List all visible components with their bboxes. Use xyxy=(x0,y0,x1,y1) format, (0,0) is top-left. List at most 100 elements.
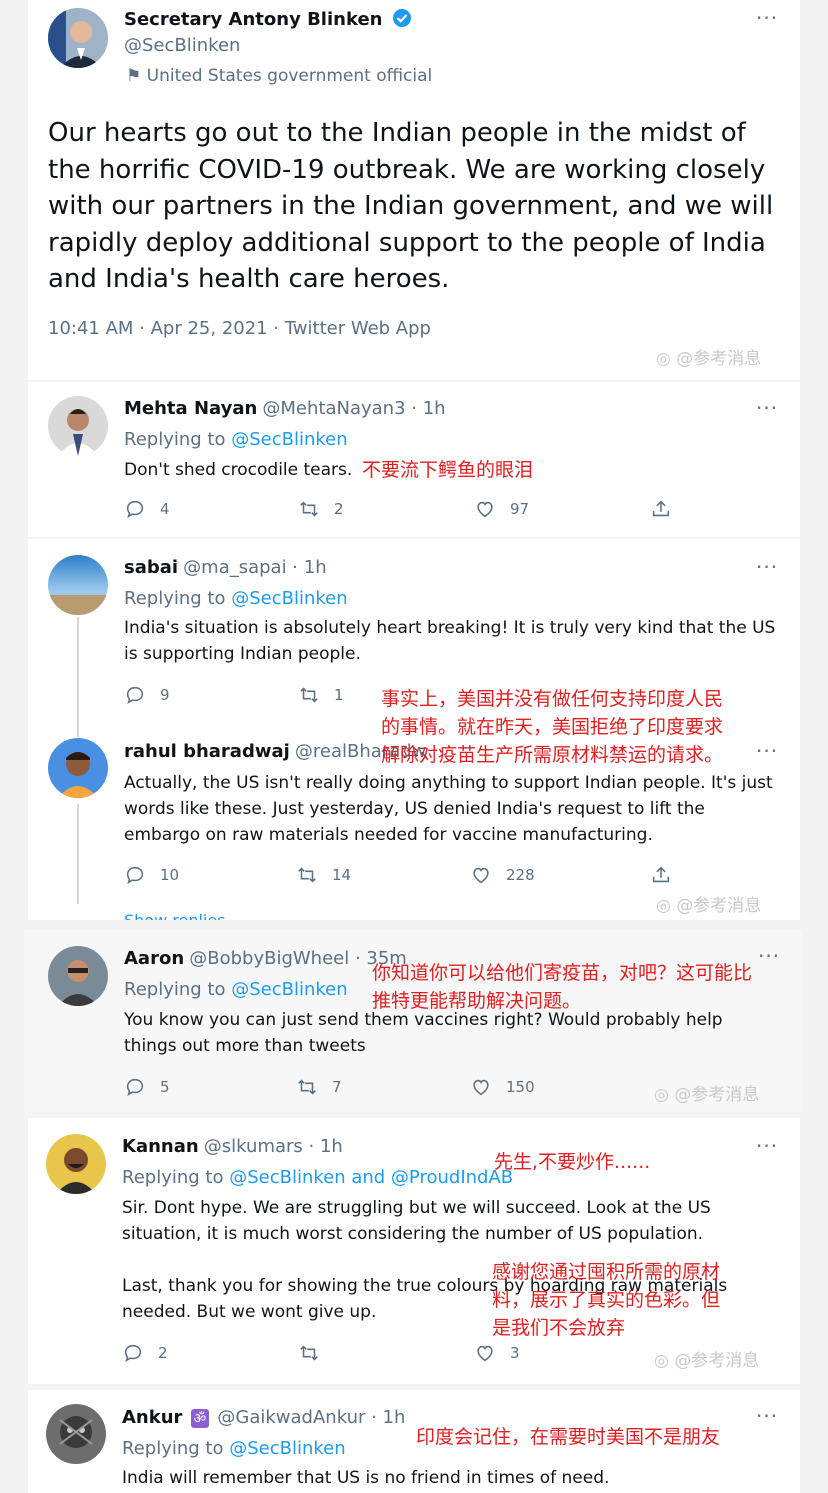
author-handle[interactable]: @MehtaNayan3 · 1h xyxy=(262,398,445,419)
reply-tweet[interactable]: Aaron @BobbyBigWheel · 35m ··· Replying … xyxy=(24,930,802,1112)
reply-tweet[interactable]: Mehta Nayan @MehtaNayan3 · 1h ··· Replyi… xyxy=(28,382,800,537)
author-handle[interactable]: @slkumars · 1h xyxy=(204,1136,343,1157)
chinese-annotation: 解除对疫苗生产所需原材料禁运的请求。 xyxy=(381,744,724,766)
more-icon[interactable]: ··· xyxy=(756,1134,778,1158)
watermark: ◎ @参考消息 xyxy=(656,349,762,369)
replying-to: Replying to @SecBlinken xyxy=(124,979,348,1000)
reply-button[interactable]: 2 xyxy=(122,1342,168,1364)
author-handle[interactable]: @GaikwadAnkur · 1h xyxy=(217,1407,405,1428)
like-button[interactable]: 97 xyxy=(474,498,529,520)
reply-icon xyxy=(124,1344,142,1362)
chinese-annotation: 不要流下鳄鱼的眼泪 xyxy=(362,459,534,481)
tweet-text: Our hearts go out to the Indian people i… xyxy=(48,118,774,294)
avatar[interactable] xyxy=(48,396,108,456)
chinese-annotation: 印度会记住，在需要时美国不是朋友 xyxy=(416,1426,721,1448)
avatar[interactable] xyxy=(46,1404,106,1464)
mention-link[interactable]: @SecBlinken and @ProudIndAB xyxy=(229,1167,513,1188)
more-icon[interactable]: ··· xyxy=(756,555,778,579)
like-icon xyxy=(477,1345,493,1362)
like-icon xyxy=(473,1079,489,1096)
author-name[interactable]: Secretary Antony Blinken xyxy=(124,9,382,30)
weibo-icon: ◎ xyxy=(656,896,671,916)
main-tweet: Secretary Antony Blinken @SecBlinken ⚑ U… xyxy=(28,0,800,380)
weibo-icon: ◎ xyxy=(654,1351,669,1371)
replying-to: Replying to @SecBlinken xyxy=(122,1438,346,1459)
replying-to: Replying to @SecBlinken xyxy=(124,588,348,609)
reply-thread: sabai @ma_sapai · 1h ··· Replying to @Se… xyxy=(28,539,800,920)
weibo-icon: ◎ xyxy=(656,349,671,369)
retweet-button[interactable]: 7 xyxy=(296,1076,342,1098)
watermark: ◎ @参考消息 xyxy=(654,1351,760,1371)
avatar[interactable] xyxy=(48,946,108,1006)
reply-button[interactable]: 9 xyxy=(124,684,170,706)
reply-icon xyxy=(126,686,144,704)
author-name[interactable]: sabai xyxy=(124,557,178,578)
more-icon[interactable]: ··· xyxy=(758,944,780,968)
author-name[interactable]: rahul bharadwaj xyxy=(124,741,290,762)
reply-tweet[interactable]: Kannan @slkumars · 1h ··· Replying to @S… xyxy=(28,1118,800,1384)
like-button[interactable]: 228 xyxy=(470,864,535,886)
more-icon[interactable]: ··· xyxy=(756,396,778,420)
verified-badge-icon xyxy=(392,8,412,32)
chinese-annotation: 事实上，美国并没有做任何支持印度人民 的事情。就在昨天，美国拒绝了印度要求 xyxy=(381,688,724,738)
share-icon xyxy=(652,866,670,883)
government-label: ⚑ United States government official xyxy=(126,66,433,86)
more-icon[interactable]: ··· xyxy=(756,739,778,763)
reply-text: India's situation is absolutely heart br… xyxy=(124,618,776,664)
weibo-icon: ◎ xyxy=(654,1085,669,1105)
reply-tweet[interactable]: Ankur ॐ @GaikwadAnkur · 1h ··· Replying … xyxy=(28,1390,800,1493)
tweet-meta[interactable]: 10:41 AM · Apr 25, 2021 · Twitter Web Ap… xyxy=(48,318,431,339)
avatar[interactable] xyxy=(48,555,108,615)
reply-icon xyxy=(126,1078,144,1096)
retweet-icon xyxy=(300,501,318,517)
retweet-button[interactable]: 2 xyxy=(298,498,344,520)
retweet-button[interactable]: 14 xyxy=(296,864,351,886)
watermark: ◎ @参考消息 xyxy=(656,896,762,916)
author-name[interactable]: Kannan xyxy=(122,1136,199,1157)
mention-link[interactable]: @SecBlinken xyxy=(229,1438,345,1459)
reply-button[interactable]: 5 xyxy=(124,1076,170,1098)
retweet-button[interactable]: 1 xyxy=(298,684,344,706)
thread-line xyxy=(77,617,79,737)
author-name[interactable]: Mehta Nayan xyxy=(124,398,257,419)
avatar[interactable] xyxy=(48,8,108,68)
reply-text: Actually, the US isn't really doing anyt… xyxy=(124,773,773,845)
author-name[interactable]: Ankur xyxy=(122,1407,182,1428)
mention-link[interactable]: @SecBlinken xyxy=(231,979,347,1000)
flag-icon: ⚑ xyxy=(126,66,142,86)
retweet-icon xyxy=(300,1345,318,1361)
reply-text: You know you can just send them vaccines… xyxy=(124,1010,723,1056)
author-name[interactable]: Aaron xyxy=(124,948,184,969)
more-icon[interactable]: ··· xyxy=(756,1404,778,1428)
replying-to: Replying to @SecBlinken xyxy=(124,429,348,450)
reply-icon xyxy=(126,500,144,518)
mention-link[interactable]: @SecBlinken xyxy=(231,429,347,450)
like-icon xyxy=(477,501,493,518)
more-icon[interactable]: ··· xyxy=(756,6,778,30)
share-button[interactable] xyxy=(650,864,672,886)
share-button[interactable] xyxy=(650,498,672,520)
reply-text: India will remember that US is no friend… xyxy=(122,1468,610,1488)
reply-button[interactable]: 10 xyxy=(124,864,179,886)
like-button[interactable]: 3 xyxy=(474,1342,520,1364)
avatar[interactable] xyxy=(46,1134,106,1194)
like-button[interactable]: 150 xyxy=(470,1076,535,1098)
share-icon xyxy=(652,500,670,517)
retweet-button[interactable] xyxy=(298,1342,320,1364)
reply-button[interactable]: 4 xyxy=(124,498,170,520)
chinese-annotation: 先生,不要炒作...... xyxy=(494,1151,651,1173)
replying-to: Replying to @SecBlinken and @ProudIndAB xyxy=(122,1167,514,1188)
show-replies-link[interactable]: Show replies xyxy=(124,911,226,920)
reply-icon xyxy=(126,866,144,884)
like-icon xyxy=(473,867,489,884)
author-handle[interactable]: @ma_sapai · 1h xyxy=(183,557,326,578)
retweet-icon xyxy=(300,687,318,703)
chinese-annotation: 感谢您通过囤积所需的原材 料，展示了真实的色彩。但 是我们不会放弃 xyxy=(492,1261,721,1339)
mention-link[interactable]: @SecBlinken xyxy=(231,588,347,609)
avatar[interactable] xyxy=(48,738,108,798)
reply-text: Don't shed crocodile tears. xyxy=(124,460,353,480)
screenshot: Secretary Antony Blinken @SecBlinken ⚑ U… xyxy=(0,0,828,1493)
om-badge-icon: ॐ xyxy=(190,1409,210,1428)
retweet-icon xyxy=(298,1079,316,1095)
author-handle[interactable]: @SecBlinken xyxy=(124,35,240,56)
